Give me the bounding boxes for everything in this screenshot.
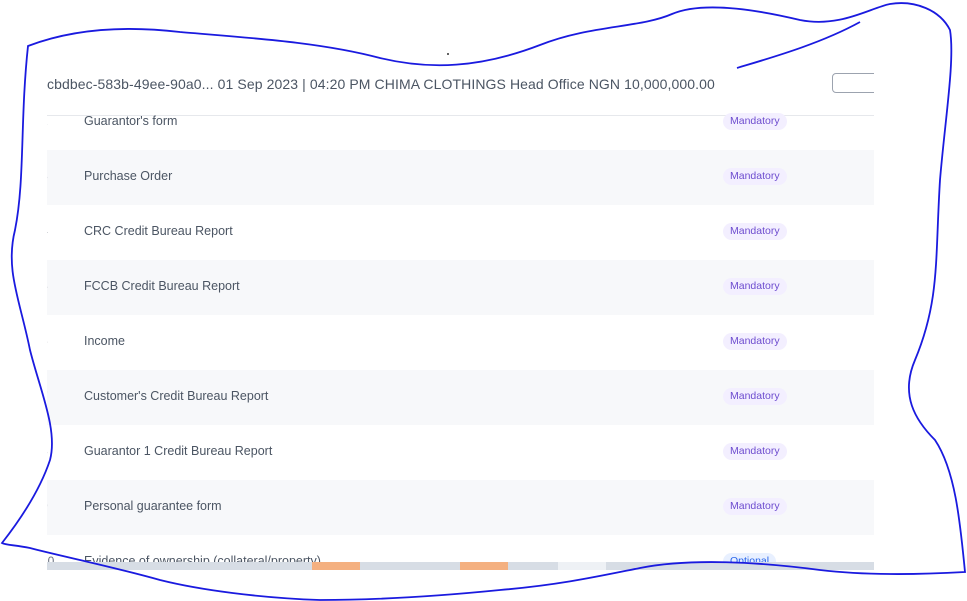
row-number: 9 [47,499,51,513]
scrollbar-highlight [460,562,508,570]
documents-panel: cbdbec-583b-49ee-90a0... 01 Sep 2023 | 0… [47,55,874,570]
document-name: Personal guarantee form [84,499,222,513]
row-number: 3 [47,169,51,183]
document-name: Guarantor's form [84,114,178,128]
row-number: 4 [47,224,51,238]
document-name: Guarantor 1 Credit Bureau Report [84,444,273,458]
row-number: 2 [47,114,51,128]
mandatory-badge: Mandatory [723,168,787,185]
row-number: 5 [47,279,51,293]
document-name: CRC Credit Bureau Report [84,224,233,238]
document-row: 6 Income Mandatory [47,315,874,370]
mandatory-badge: Mandatory [723,278,787,295]
scrollbar-segment [558,562,606,570]
document-name: Purchase Order [84,169,173,183]
mandatory-badge: Mandatory [723,443,787,460]
document-name: FCCB Credit Bureau Report [84,279,240,293]
row-number: 6 [47,334,51,348]
scrollbar-highlight [312,562,360,570]
mandatory-badge: Mandatory [723,388,787,405]
document-row: 8 Guarantor 1 Credit Bureau Report Manda… [47,425,874,480]
mandatory-badge: Mandatory [723,223,787,240]
horizontal-scrollbar[interactable] [47,562,874,570]
header-action-button[interactable] [832,73,874,93]
document-row: 7 Customer's Credit Bureau Report Mandat… [47,370,874,425]
loan-meta-summary: cbdbec-583b-49ee-90a0... 01 Sep 2023 | 0… [47,76,715,92]
mandatory-badge: Mandatory [723,113,787,130]
document-row: 4 CRC Credit Bureau Report Mandatory [47,205,874,260]
document-row: 5 FCCB Credit Bureau Report Mandatory [47,260,874,315]
document-name: Customer's Credit Bureau Report [84,389,269,403]
mandatory-badge: Mandatory [723,333,787,350]
document-row: 3 Purchase Order Mandatory [47,150,874,205]
row-number: 8 [47,444,51,458]
document-row: 9 Personal guarantee form Mandatory [47,480,874,535]
mandatory-badge: Mandatory [723,498,787,515]
document-row: 2 Guarantor's form Mandatory [47,95,874,150]
document-name: Income [84,334,125,348]
row-number: 7 [47,389,51,403]
